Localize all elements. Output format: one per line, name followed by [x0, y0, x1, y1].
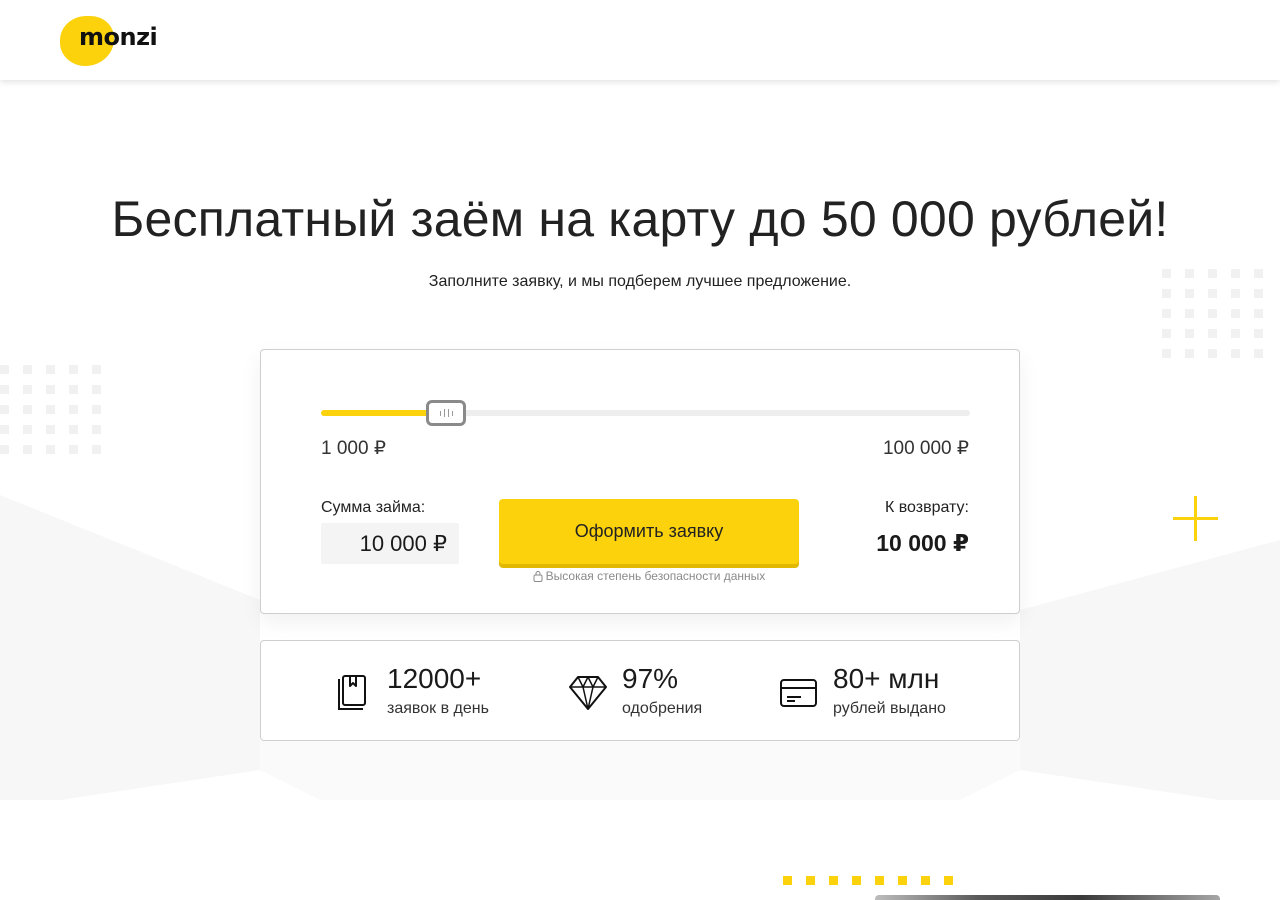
dot [92, 385, 101, 394]
dot [23, 365, 32, 374]
dot [46, 385, 55, 394]
apply-button[interactable]: Оформить заявку [499, 499, 799, 564]
return-value: 10 000 ₽ [876, 530, 969, 556]
dot [23, 445, 32, 454]
dot [23, 425, 32, 434]
page-subtitle: Заполните заявку, и мы подберем лучшее п… [428, 273, 852, 290]
dot [23, 385, 32, 394]
photo-edge [875, 895, 1220, 900]
dot [0, 365, 9, 374]
dot [1208, 329, 1217, 338]
stat-value: 12000+ [387, 663, 482, 694]
credit-card-icon [780, 679, 817, 707]
loan-calculator: 1 000 ₽ 100 000 ₽ Сумма займа: 10 000 ₽ … [260, 349, 1020, 614]
yellow-dots-decoration [783, 876, 953, 885]
slider-thumb[interactable] [426, 400, 467, 426]
stat-value: 97% [622, 663, 679, 694]
dot [46, 365, 55, 374]
dot [1231, 309, 1240, 318]
dot [1162, 309, 1171, 318]
diamond-icon [569, 676, 607, 710]
dot-grid-left [0, 365, 101, 454]
amount-input[interactable]: 10 000 ₽ [321, 523, 459, 564]
dot [69, 425, 78, 434]
dot [1185, 309, 1194, 318]
slider-max-label: 100 000 ₽ [882, 438, 969, 459]
dot [69, 365, 78, 374]
yellow-dot [852, 876, 861, 885]
stat-value: 80+ млн [833, 663, 940, 694]
yellow-dot [829, 876, 838, 885]
dot [0, 385, 9, 394]
dot [1254, 329, 1263, 338]
dot [1254, 309, 1263, 318]
dot [69, 445, 78, 454]
return-label: К возврату: [884, 499, 969, 516]
dot [1254, 349, 1263, 358]
dot [69, 405, 78, 414]
dot [92, 405, 101, 414]
dot [1162, 349, 1171, 358]
dot [46, 445, 55, 454]
stats-panel: 12000+ заявок в день 97% одобрения 80+ м… [260, 640, 1020, 741]
security-note-text: Высокая степень безопасности данных [545, 569, 766, 583]
yellow-dot [783, 876, 792, 885]
dot [92, 365, 101, 374]
logo[interactable]: monzi [60, 14, 160, 68]
stat-label: рублей выдано [833, 700, 946, 717]
dot [0, 405, 9, 414]
site-header: monzi [0, 0, 1280, 80]
amount-slider[interactable] [321, 400, 970, 426]
dot [69, 385, 78, 394]
dot [1208, 309, 1217, 318]
lock-icon [533, 571, 543, 582]
page-title: Бесплатный заём на карту до 50 000 рубле… [111, 191, 1169, 247]
yellow-dot [921, 876, 930, 885]
book-icon [338, 675, 366, 710]
dot [0, 425, 9, 434]
dot [0, 445, 9, 454]
dot [1231, 349, 1240, 358]
yellow-dot [898, 876, 907, 885]
yellow-dot [944, 876, 953, 885]
stat-label: заявок в день [387, 700, 489, 717]
dot [1185, 349, 1194, 358]
stat-label: одобрения [622, 700, 703, 717]
dot [23, 405, 32, 414]
security-note: Высокая степень безопасности данных [499, 569, 799, 583]
yellow-dot [875, 876, 884, 885]
dot [1208, 349, 1217, 358]
dot [92, 445, 101, 454]
logo-text: monzi [79, 23, 158, 51]
plus-decoration [1173, 496, 1218, 541]
yellow-dot [806, 876, 815, 885]
dot [92, 425, 101, 434]
amount-label: Сумма займа: [321, 499, 426, 516]
dot [1162, 329, 1171, 338]
dot [1231, 329, 1240, 338]
slider-min-label: 1 000 ₽ [321, 438, 386, 459]
dot [46, 425, 55, 434]
dot [46, 405, 55, 414]
dot [1185, 329, 1194, 338]
